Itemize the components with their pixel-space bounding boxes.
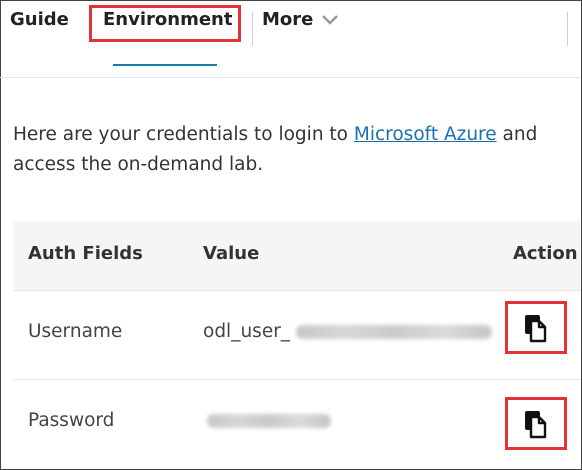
- microsoft-azure-link[interactable]: Microsoft Azure: [354, 124, 497, 145]
- password-value[interactable]: [203, 410, 331, 431]
- active-tab-indicator: [113, 64, 217, 66]
- password-label: Password: [28, 410, 115, 431]
- credentials-intro: Here are your credentials to login to Mi…: [13, 120, 573, 180]
- table-header: Auth Fields Value Action: [13, 221, 580, 290]
- header-value: Value: [203, 243, 260, 264]
- username-label: Username: [28, 321, 123, 342]
- intro-text-prefix: Here are your credentials to login to: [13, 124, 354, 145]
- copy-icon: [525, 314, 547, 342]
- table-row: Username odl_user_: [13, 290, 580, 379]
- credentials-table: Auth Fields Value Action Username odl_us…: [13, 221, 580, 468]
- tab-bar: Guide Environment More: [0, 0, 580, 78]
- tab-guide[interactable]: Guide: [10, 9, 69, 30]
- table-row: Password: [13, 379, 580, 468]
- tab-separator: [252, 12, 253, 46]
- tab-more[interactable]: More: [262, 9, 339, 30]
- tab-more-label: More: [262, 9, 314, 30]
- username-value[interactable]: odl_user_: [203, 321, 493, 342]
- redacted-username: [296, 325, 493, 339]
- copy-password-button[interactable]: [505, 397, 567, 450]
- chevron-down-icon: [322, 14, 339, 25]
- header-action: Action: [513, 243, 578, 264]
- redacted-password: [207, 414, 331, 428]
- header-auth-fields: Auth Fields: [28, 243, 143, 264]
- tab-environment[interactable]: Environment: [103, 9, 232, 30]
- copy-icon: [525, 410, 547, 438]
- copy-username-button[interactable]: [505, 301, 567, 354]
- username-value-prefix: odl_user_: [203, 321, 291, 342]
- tab-separator-right: [567, 12, 568, 46]
